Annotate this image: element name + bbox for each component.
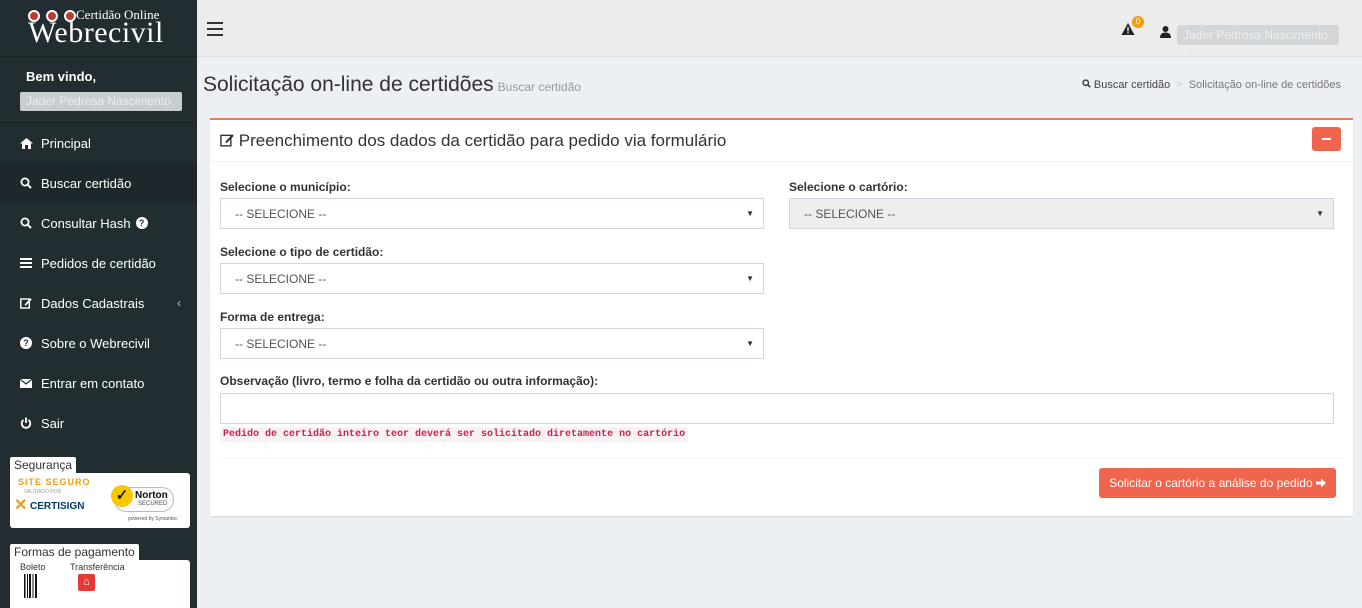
user-name: Jader Pedrosa Nascimento — [1183, 28, 1328, 42]
caret-down-icon: ▾ — [1183, 46, 1188, 55]
arrow-right-icon — [1316, 478, 1326, 488]
content-header: Solicitação on-line de certidões Buscar c… — [197, 57, 1362, 117]
minus-icon — [1322, 138, 1331, 140]
security-title: Segurança — [10, 457, 77, 473]
sidebar-item-label: Principal — [41, 135, 91, 151]
secured-label: SECURED — [138, 501, 168, 507]
transferencia-label: Transferência — [70, 562, 125, 572]
sidebar-item-pedidos[interactable]: Pedidos de certidão — [0, 243, 197, 283]
sidebar-item-contato[interactable]: Entrar em contato — [0, 363, 197, 403]
question-circle-icon: ? — [19, 337, 33, 349]
entrega-select[interactable]: -- SELECIONE -- ▼ — [220, 328, 764, 359]
barcode-icon[interactable] — [24, 574, 38, 598]
tipo-certidao-select[interactable]: -- SELECIONE -- ▼ — [220, 263, 764, 294]
chevron-down-icon: ▼ — [746, 339, 754, 348]
chevron-down-icon: ▼ — [746, 274, 754, 283]
powered-label: powered by Symantec — [128, 516, 178, 522]
chevron-down-icon: ▼ — [1316, 209, 1324, 218]
sidebar-item-label: Dados Cadastrais — [41, 295, 145, 311]
cartorio-select[interactable]: -- SELECIONE -- ▼ — [789, 198, 1334, 229]
certisign-x-icon: ✕ — [14, 497, 28, 514]
sidebar-item-label: Sair — [41, 415, 65, 431]
municipio-select[interactable]: -- SELECIONE -- ▼ — [220, 198, 764, 229]
divider — [220, 458, 1343, 459]
collapse-button[interactable] — [1312, 127, 1341, 151]
submit-button[interactable]: Solicitar o cartório a análise do pedido — [1099, 468, 1336, 498]
security-box: Segurança SITE SEGURO VALIDADO POR ✕ CER… — [10, 457, 190, 528]
payments-title: Formas de pagamento — [10, 544, 139, 560]
page-title-text: Solicitação on-line de certidões — [203, 73, 494, 96]
notification-badge: 0 — [1132, 16, 1144, 28]
sidebar-item-principal[interactable]: Principal — [0, 123, 197, 163]
sidebar-item-label: Entrar em contato — [41, 375, 145, 391]
envelope-icon — [19, 378, 33, 388]
certisign-logo: CERTISIGN — [30, 501, 85, 512]
sidebar-user-name: Jader Pedrosa Nascimento — [20, 92, 182, 111]
search-icon — [19, 217, 33, 229]
observacao-label: Observação (livro, termo e folha da cert… — [220, 374, 599, 388]
page-title: Solicitação on-line de certidões Buscar c… — [203, 73, 581, 97]
norton-badge[interactable]: ✓ Norton SECURED — [111, 485, 174, 512]
user-icon — [1160, 26, 1171, 38]
norton-logo: Norton — [135, 490, 168, 501]
breadcrumb-current: Solicitação on-line de certidões — [1188, 79, 1341, 91]
transfer-bank-icon[interactable]: ⌂ — [78, 574, 95, 591]
sidebar-item-label: Pedidos de certidão — [41, 255, 156, 271]
breadcrumb-search-link[interactable]: Buscar certidão — [1082, 79, 1170, 91]
welcome-label: Bem vindo, — [26, 69, 97, 84]
validado-label: VALIDADO POR — [24, 489, 62, 495]
observacao-input[interactable] — [220, 393, 1334, 424]
search-icon — [1082, 79, 1091, 88]
sidebar-item-label: Consultar Hash — [41, 215, 131, 231]
sidebar-item-buscar-certidao[interactable]: Buscar certidão — [0, 163, 197, 203]
boleto-label: Boleto — [20, 562, 46, 572]
sidebar: Certidão Online Webrecivil Bem vindo, Ja… — [0, 0, 197, 608]
power-icon — [19, 417, 33, 429]
sidebar-item-label: Buscar certidão — [41, 175, 132, 191]
hamburger-menu-icon[interactable] — [207, 22, 223, 40]
sidebar-menu: Principal Buscar certidão Consultar Hash… — [0, 123, 197, 443]
sidebar-item-label: Sobre o Webrecivil — [41, 335, 150, 351]
municipio-label: Selecione o município: — [220, 180, 351, 194]
help-icon[interactable]: ? — [135, 217, 148, 229]
chevron-left-icon: ‹ — [177, 296, 181, 310]
form-box: Preenchimento dos dados da certidão para… — [210, 118, 1353, 516]
list-icon — [19, 258, 33, 268]
tipo-certidao-label: Selecione o tipo de certidão: — [220, 245, 384, 259]
user-panel: Bem vindo, Jader Pedrosa Nascimento — [0, 57, 197, 123]
sidebar-item-sair[interactable]: Sair — [0, 403, 197, 443]
box-title: Preenchimento dos dados da certidão para… — [220, 131, 726, 151]
warning-message: Pedido de certidão inteiro teor deverá s… — [220, 427, 689, 442]
box-header: Preenchimento dos dados da certidão para… — [210, 120, 1353, 162]
edit-icon — [220, 134, 234, 147]
top-navbar: 0 Jader Pedrosa Nascimento ▾ — [197, 0, 1362, 57]
cartorio-label: Selecione o cartório: — [789, 180, 908, 194]
entrega-label: Forma de entrega: — [220, 310, 325, 324]
edit-icon — [19, 297, 33, 309]
logo-title: Webrecivil — [28, 16, 164, 49]
payments-box: Formas de pagamento Boleto Transferência… — [10, 544, 190, 608]
site-seguro-label: SITE SEGURO — [18, 477, 91, 487]
page-subtitle: Buscar certidão — [497, 80, 582, 94]
checkmark-icon: ✓ — [111, 485, 133, 507]
search-icon — [19, 177, 33, 189]
home-icon — [19, 137, 33, 149]
user-menu-dropdown[interactable]: Jader Pedrosa Nascimento ▾ — [1177, 25, 1339, 55]
sidebar-item-sobre[interactable]: ? Sobre o Webrecivil — [0, 323, 197, 363]
sidebar-item-dados-cadastrais[interactable]: Dados Cadastrais ‹ — [0, 283, 197, 323]
logo[interactable]: Certidão Online Webrecivil — [0, 0, 197, 57]
breadcrumb: Buscar certidão > Solicitação on-line de c… — [1082, 79, 1341, 91]
sidebar-item-consultar-hash[interactable]: Consultar Hash ? — [0, 203, 197, 243]
chevron-down-icon: ▼ — [746, 209, 754, 218]
